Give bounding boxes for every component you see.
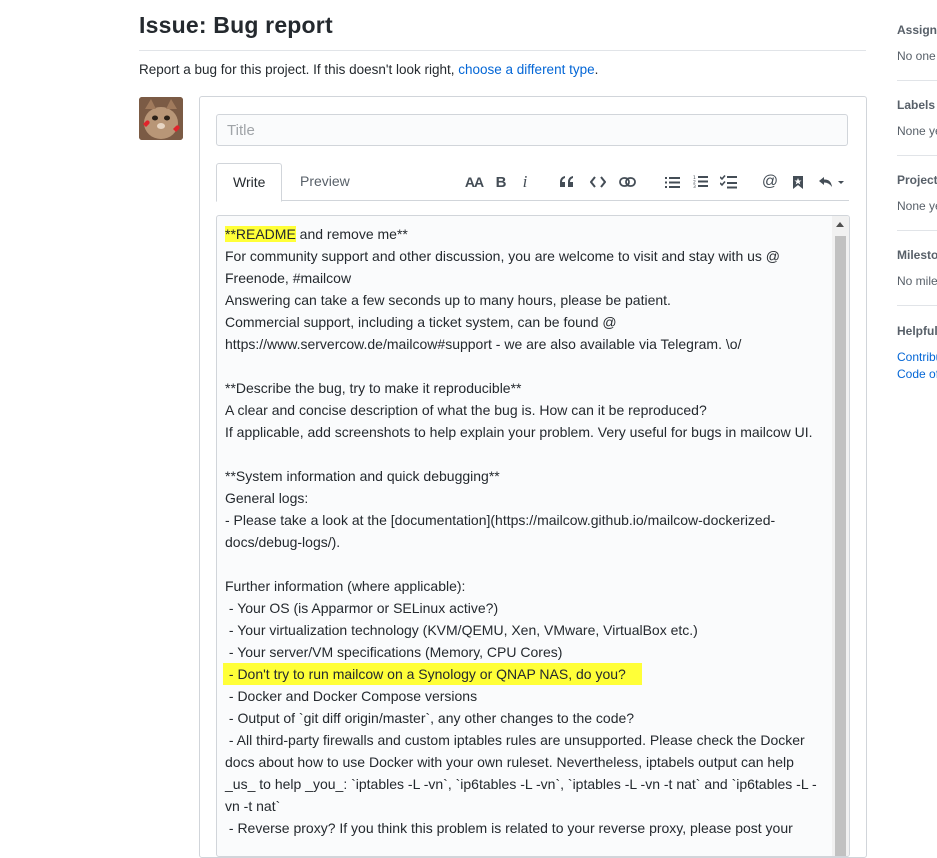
editor-text: **README and remove me** For community s… [223, 223, 821, 839]
sidebar-value-milestone: No milestone [897, 274, 937, 288]
sidebar-heading-labels[interactable]: Labels [897, 98, 937, 112]
page-title: Issue: Bug report [139, 12, 333, 38]
sidebar: Assignees No one Labels None yet Project… [893, 0, 937, 837]
header-icon[interactable]: AA [464, 172, 484, 192]
tab-write[interactable]: Write [216, 163, 283, 202]
sidebar-heading-projects[interactable]: Projects [897, 173, 937, 187]
editor-line-1-rest: and remove me** [295, 226, 408, 242]
sidebar-value-assignees: No one [897, 49, 936, 63]
intro-end: . [594, 62, 599, 77]
title-input[interactable] [216, 114, 848, 146]
task-list-icon[interactable] [718, 172, 738, 192]
sidebar-divider [897, 155, 937, 156]
sidebar-heading-helpful: Helpful resources [897, 324, 937, 338]
editor-block-1: For community support and other discussi… [225, 248, 813, 660]
avatar[interactable] [139, 97, 183, 140]
choose-different-type-link[interactable]: choose a different type [458, 62, 594, 77]
scroll-thumb[interactable] [835, 236, 846, 856]
contributing-link[interactable]: Contributing [897, 350, 937, 364]
sidebar-milestone: Milestone No milestone [897, 248, 937, 288]
sidebar-divider [897, 80, 937, 81]
tab-preview[interactable]: Preview [284, 163, 366, 200]
sidebar-labels: Labels None yet [897, 98, 937, 138]
quote-icon[interactable] [558, 172, 576, 192]
tab-divider [216, 200, 849, 201]
bullet-list-icon[interactable] [663, 172, 681, 192]
sidebar-helpful-resources: Helpful resources Contributing Code of c… [897, 324, 937, 381]
saved-reply-icon[interactable] [789, 172, 807, 192]
comment-textarea[interactable]: **README and remove me** For community s… [216, 215, 850, 857]
editor-block-2: - Docker and Docker Compose versions - O… [225, 688, 817, 836]
highlight-synology-line: - Don't try to run mailcow on a Synology… [223, 663, 642, 685]
intro-label: Report a bug for this project. If this d… [139, 62, 459, 77]
link-icon[interactable] [618, 172, 636, 192]
italic-icon[interactable]: i [518, 172, 532, 192]
numbered-list-icon[interactable]: 123 [691, 172, 709, 192]
intro-text: Report a bug for this project. If this d… [139, 62, 598, 77]
sidebar-assignees: Assignees No one [897, 23, 937, 63]
sidebar-value-projects: None yet [897, 199, 937, 213]
scroll-up-arrow[interactable] [836, 222, 844, 227]
svg-text:3: 3 [693, 184, 696, 189]
editor-scrollbar[interactable] [832, 216, 849, 856]
sidebar-heading-assignees[interactable]: Assignees [897, 23, 937, 37]
reply-icon[interactable] [817, 172, 845, 192]
sidebar-projects: Projects None yet [897, 173, 937, 213]
title-divider [139, 50, 866, 51]
highlight-readme: **README [225, 226, 296, 242]
sidebar-divider [897, 305, 937, 306]
code-of-conduct-link[interactable]: Code of conduct [897, 367, 937, 381]
code-icon[interactable] [589, 172, 607, 192]
sidebar-heading-milestone[interactable]: Milestone [897, 248, 937, 262]
mention-icon[interactable]: @ [761, 172, 779, 192]
bold-icon[interactable]: B [494, 172, 508, 192]
sidebar-divider [897, 230, 937, 231]
sidebar-value-labels: None yet [897, 124, 937, 138]
